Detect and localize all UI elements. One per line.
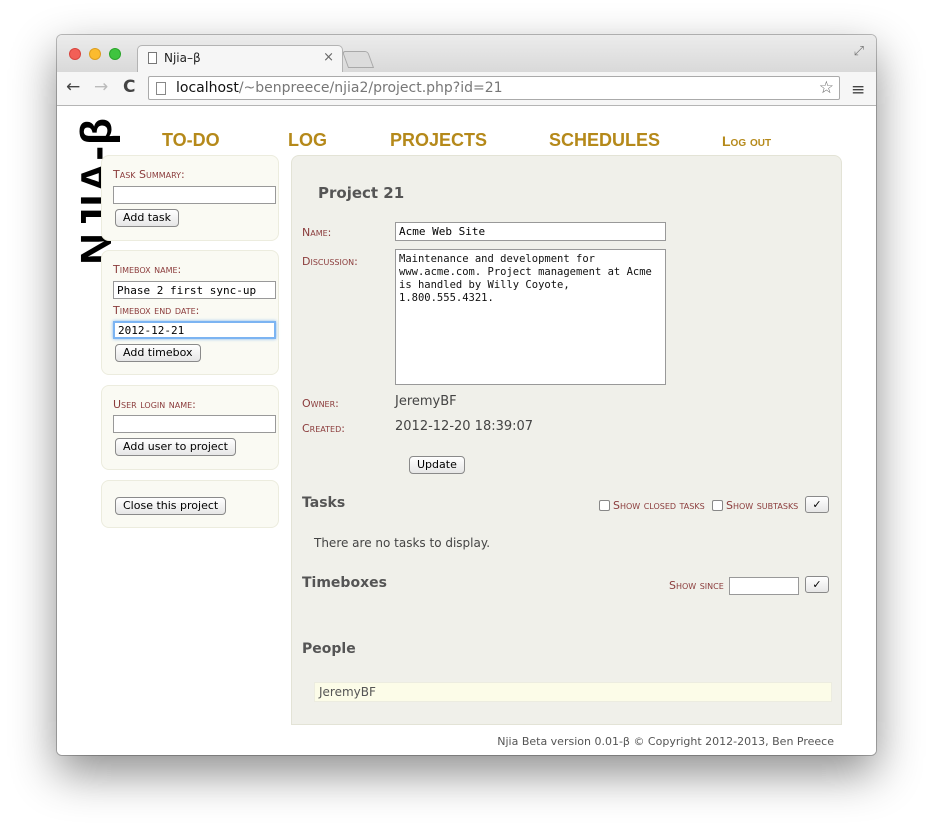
user-login-input[interactable]: [113, 415, 276, 433]
task-summary-input[interactable]: [113, 186, 276, 204]
list-item[interactable]: JeremyBF: [314, 682, 832, 702]
discussion-label: Discussion:: [302, 255, 358, 268]
close-project-button[interactable]: Close this project: [115, 497, 227, 515]
nav-log[interactable]: LOG: [288, 130, 327, 151]
add-timebox-panel: Timebox name: Timebox end date: Add time…: [101, 250, 279, 375]
created-value: 2012-12-20 18:39:07: [395, 419, 534, 434]
no-tasks-message: There are no tasks to display.: [314, 536, 491, 550]
page-icon: [148, 52, 157, 64]
project-panel: Project 21 Name: Discussion: Maintenance…: [291, 155, 842, 725]
name-label: Name:: [302, 226, 332, 239]
timebox-end-label: Timebox end date:: [113, 304, 200, 317]
show-since-label: Show since: [669, 579, 724, 592]
user-login-label: User login name:: [113, 398, 196, 411]
title-bar: Njia–β × ⤢: [57, 35, 876, 72]
back-icon[interactable]: ←: [66, 77, 80, 97]
page-icon: [156, 82, 166, 95]
timebox-name-label: Timebox name:: [113, 263, 182, 276]
task-summary-label: Task Summary:: [113, 168, 185, 181]
timebox-name-input[interactable]: [113, 281, 276, 299]
show-subtasks-checkbox[interactable]: [712, 500, 723, 511]
fullscreen-icon[interactable]: ⤢: [854, 44, 864, 59]
minimize-window-button[interactable]: [89, 48, 101, 60]
page-title: Project 21: [318, 184, 405, 202]
new-tab-button[interactable]: [341, 51, 375, 68]
address-bar[interactable]: localhost/~benpreece/njia2/project.php?i…: [148, 76, 840, 100]
show-closed-label: Show closed tasks: [613, 499, 705, 512]
created-label: Created:: [302, 422, 345, 435]
timeboxes-heading: Timeboxes: [302, 575, 387, 591]
close-window-button[interactable]: [69, 48, 81, 60]
bookmark-star-icon[interactable]: ☆: [819, 78, 834, 98]
add-user-button[interactable]: Add user to project: [115, 438, 236, 456]
tasks-apply-button[interactable]: ✓: [805, 496, 829, 513]
menu-icon[interactable]: ≡: [851, 80, 865, 100]
update-button[interactable]: Update: [409, 456, 465, 474]
add-task-button[interactable]: Add task: [115, 209, 179, 227]
nav-logout[interactable]: Log out: [722, 133, 771, 149]
browser-window: Njia–β × ⤢ ← → C localhost/~benpreece/nj…: [57, 35, 876, 755]
browser-tab[interactable]: Njia–β ×: [137, 45, 343, 72]
browser-toolbar: ← → C localhost/~benpreece/njia2/project…: [57, 72, 876, 106]
nav-projects[interactable]: PROJECTS: [390, 130, 487, 151]
show-since-input[interactable]: [729, 577, 799, 595]
nav-schedules[interactable]: SCHEDULES: [549, 130, 660, 151]
tasks-heading: Tasks: [302, 495, 346, 511]
show-closed-checkbox[interactable]: [599, 500, 610, 511]
footer-copyright: Njia Beta version 0.01-β © Copyright 201…: [497, 735, 834, 748]
owner-label: Owner:: [302, 397, 339, 410]
show-subtasks-label: Show subtasks: [726, 499, 799, 512]
url-text: localhost/~benpreece/njia2/project.php?i…: [176, 80, 503, 96]
tab-close-icon[interactable]: ×: [323, 50, 334, 65]
page-content: NJIA-β TO-DO LOG PROJECTS SCHEDULES Log …: [57, 106, 876, 755]
close-project-panel: Close this project: [101, 480, 279, 528]
reload-icon[interactable]: C: [123, 77, 135, 97]
add-task-panel: Task Summary: Add task: [101, 155, 279, 241]
people-heading: People: [302, 641, 356, 657]
nav-todo[interactable]: TO-DO: [162, 130, 220, 151]
timeboxes-apply-button[interactable]: ✓: [805, 576, 829, 593]
zoom-window-button[interactable]: [109, 48, 121, 60]
add-user-panel: User login name: Add user to project: [101, 385, 279, 470]
forward-icon[interactable]: →: [94, 77, 108, 97]
tab-title: Njia–β: [164, 51, 201, 65]
timebox-end-date-input[interactable]: [113, 321, 276, 339]
project-name-input[interactable]: [395, 222, 666, 241]
owner-value: JeremyBF: [395, 394, 457, 409]
discussion-textarea[interactable]: Maintenance and development for www.acme…: [395, 249, 666, 385]
add-timebox-button[interactable]: Add timebox: [115, 344, 201, 362]
